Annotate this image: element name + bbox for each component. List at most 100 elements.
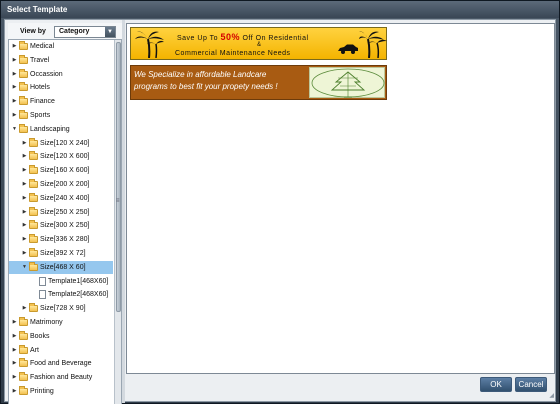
tree-folder-item[interactable]: ▶ Hotels bbox=[9, 81, 113, 94]
palm-tree-icon bbox=[359, 31, 387, 58]
template2-banner[interactable]: We Specialize in affordable Landcare pro… bbox=[130, 65, 387, 100]
chevron-right-icon[interactable]: ▶ bbox=[21, 192, 28, 205]
chevron-right-icon[interactable]: ▶ bbox=[21, 178, 28, 191]
tree-folder-item[interactable]: ▶ Matrimony bbox=[9, 316, 113, 329]
dialog-title: Select Template bbox=[1, 1, 559, 18]
tree-item-label: Size[300 X 250] bbox=[40, 222, 90, 230]
folder-icon bbox=[19, 344, 28, 354]
chevron-right-icon[interactable]: ▶ bbox=[21, 233, 28, 246]
tree-folder-item[interactable]: ▶ Sports bbox=[9, 109, 113, 122]
category-tree[interactable]: ▶ Medical ▶ Travel ▶ Occassion ▶ Hotels ▶ Finance… bbox=[8, 39, 122, 404]
chevron-down-icon[interactable]: ▼ bbox=[11, 123, 18, 136]
folder-icon bbox=[19, 41, 28, 50]
folder-icon bbox=[29, 165, 38, 175]
tree-logo-icon bbox=[311, 68, 385, 98]
folder-icon bbox=[19, 317, 28, 326]
tree-item-label: Occassion bbox=[30, 70, 63, 78]
chevron-down-icon[interactable]: ▼ bbox=[21, 261, 28, 274]
tree-folder-item[interactable]: ▶ Travel bbox=[9, 54, 113, 67]
folder-icon bbox=[19, 54, 28, 64]
chevron-down-icon[interactable]: ▼ bbox=[105, 27, 115, 37]
chevron-right-icon[interactable]: ▶ bbox=[21, 164, 28, 177]
chevron-right-icon[interactable]: ▶ bbox=[11, 40, 18, 53]
cancel-button[interactable]: Cancel bbox=[515, 377, 547, 392]
tree-folder-item[interactable]: ▼ Landscaping bbox=[9, 123, 113, 136]
tree-item-label: Sports bbox=[30, 112, 51, 119]
chevron-right-icon[interactable]: ▶ bbox=[11, 109, 18, 122]
folder-icon bbox=[19, 386, 28, 395]
folder-icon bbox=[19, 68, 28, 78]
tree-item-label: Size[250 X 250] bbox=[40, 208, 90, 216]
chevron-right-icon[interactable]: ▶ bbox=[11, 68, 18, 81]
folder-icon bbox=[29, 151, 38, 161]
chevron-right-icon[interactable]: ▶ bbox=[11, 357, 18, 370]
dialog-body: View by Category ▼ ▶ Medical ▶ Travel ▶ Occas… bbox=[4, 19, 556, 404]
tree-folder-item[interactable]: ▶ Fashion and Beauty bbox=[9, 371, 113, 384]
tree-item-label: Medical bbox=[30, 43, 55, 50]
tree-item-label: Landscaping bbox=[30, 125, 70, 133]
tree-folder-item[interactable]: ▶ Printing bbox=[9, 385, 113, 398]
chevron-right-icon[interactable]: ▶ bbox=[21, 219, 28, 232]
tree-folder-item[interactable]: ▶ Size[200 X 200] bbox=[9, 178, 113, 191]
tree-leaf-item[interactable]: Template2[468X60] bbox=[9, 288, 113, 301]
tree-item-label: Size[120 X 600] bbox=[40, 153, 90, 161]
tree-scrollbar[interactable]: ≡ bbox=[114, 40, 121, 404]
chevron-right-icon[interactable]: ▶ bbox=[11, 371, 18, 384]
template-preview-area[interactable]: Save Up To 50% Off On Residential & Comm… bbox=[126, 23, 555, 374]
tree-item-label: Food and Beverage bbox=[30, 360, 92, 368]
chevron-right-icon[interactable]: ▶ bbox=[11, 316, 18, 329]
palm-tree-icon bbox=[135, 31, 164, 58]
scrollbar-thumb[interactable] bbox=[116, 42, 121, 312]
chevron-right-icon[interactable]: ▶ bbox=[11, 81, 18, 94]
tree-folder-item[interactable]: ▶ Size[336 X 280] bbox=[9, 233, 113, 246]
tree-folder-item[interactable]: ▶ Size[240 X 400] bbox=[9, 192, 113, 205]
chevron-right-icon[interactable]: ▶ bbox=[21, 150, 28, 163]
folder-icon bbox=[29, 137, 38, 147]
folder-icon bbox=[29, 234, 38, 244]
tree-folder-item[interactable]: ▶ Occassion bbox=[9, 68, 113, 81]
grip-icon: ≡ bbox=[116, 198, 120, 204]
folder-icon bbox=[19, 330, 28, 340]
document-icon bbox=[39, 276, 46, 286]
panel-splitter[interactable] bbox=[122, 20, 125, 403]
tree-folder-item[interactable]: ▶ Size[160 X 600] bbox=[9, 164, 113, 177]
tree-folder-item[interactable]: ▼ Size[468 X 60] bbox=[9, 260, 113, 274]
tree-folder-item[interactable]: ▶ Art bbox=[9, 344, 113, 357]
resize-grip-icon[interactable]: ◢ bbox=[546, 392, 554, 400]
tree-folder-item[interactable]: ▶ Size[728 X 90] bbox=[9, 302, 113, 315]
chevron-right-icon[interactable]: ▶ bbox=[11, 330, 18, 343]
template1-banner[interactable]: Save Up To 50% Off On Residential & Comm… bbox=[130, 27, 387, 60]
chevron-right-icon[interactable]: ▶ bbox=[21, 206, 28, 219]
folder-icon bbox=[29, 303, 38, 313]
tree-folder-item[interactable]: ▶ Food and Beverage bbox=[9, 357, 113, 370]
tree-folder-item[interactable]: ▶ Medical bbox=[9, 40, 113, 53]
tree-folder-item[interactable]: ▶ Finance bbox=[9, 95, 113, 108]
tree-item-label: Art bbox=[30, 346, 39, 354]
tree-folder-item[interactable]: ▶ Size[392 X 72] bbox=[9, 247, 113, 260]
tree-leaf-item[interactable]: Template1[468X60] bbox=[9, 275, 113, 288]
folder-icon bbox=[29, 192, 38, 202]
folder-icon bbox=[29, 248, 38, 257]
tree-item-label: Size[120 X 240] bbox=[40, 139, 90, 147]
chevron-right-icon[interactable]: ▶ bbox=[21, 302, 28, 315]
chevron-right-icon[interactable]: ▶ bbox=[11, 385, 18, 398]
tree-item-label: Size[468 X 60] bbox=[40, 263, 86, 271]
tree-item-label: Printing bbox=[30, 388, 54, 395]
tree-item-label: Size[392 X 72] bbox=[40, 250, 86, 257]
view-by-select[interactable]: Category ▼ bbox=[54, 26, 116, 38]
view-by-label: View by bbox=[20, 28, 46, 35]
tree-folder-item[interactable]: ▶ Size[250 X 250] bbox=[9, 206, 113, 219]
chevron-right-icon[interactable]: ▶ bbox=[11, 344, 18, 357]
folder-icon bbox=[19, 110, 28, 119]
tree-item-label: Size[240 X 400] bbox=[40, 194, 90, 202]
banner2-line2: programs to best fit your propety needs … bbox=[134, 82, 278, 91]
tree-folder-item[interactable]: ▶ Size[300 X 250] bbox=[9, 219, 113, 232]
tree-folder-item[interactable]: ▶ Size[120 X 600] bbox=[9, 150, 113, 163]
tree-folder-item[interactable]: ▶ Books bbox=[9, 330, 113, 343]
chevron-right-icon[interactable]: ▶ bbox=[11, 95, 18, 108]
ok-button[interactable]: OK bbox=[480, 377, 512, 392]
chevron-right-icon[interactable]: ▶ bbox=[11, 54, 18, 67]
chevron-right-icon[interactable]: ▶ bbox=[21, 247, 28, 260]
chevron-right-icon[interactable]: ▶ bbox=[21, 137, 28, 150]
tree-folder-item[interactable]: ▶ Size[120 X 240] bbox=[9, 137, 113, 150]
